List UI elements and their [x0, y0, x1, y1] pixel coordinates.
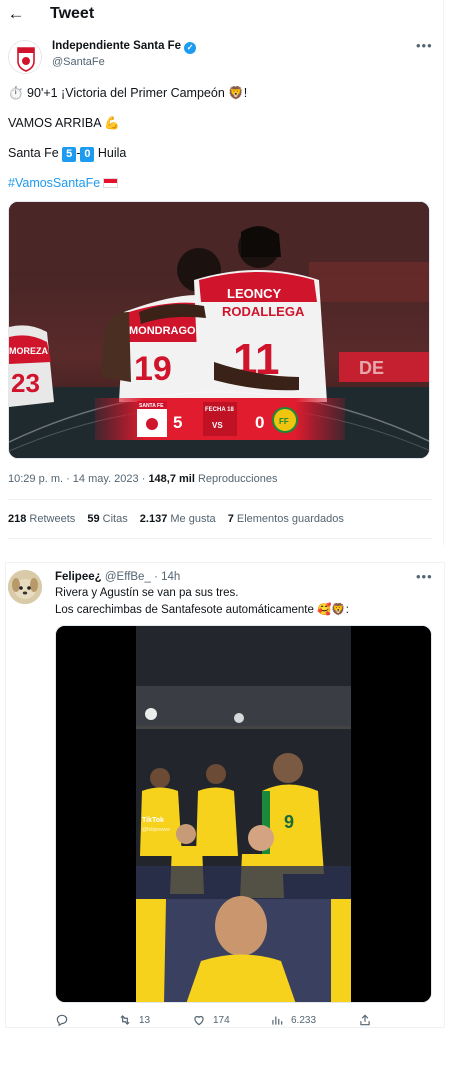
- tweet-line-2: VAMOS ARRIBA 💪: [8, 116, 120, 130]
- bookmarks-stat[interactable]: 7 Elementos guardados: [228, 513, 344, 525]
- author-name-text[interactable]: Independiente Santa Fe: [52, 40, 181, 52]
- bookmarks-count: 7: [227, 513, 234, 525]
- analytics-icon: [272, 1016, 283, 1025]
- far-left-jersey-name: MOREZA: [9, 346, 48, 356]
- bookmarks-label: Elementos guardados: [236, 513, 344, 525]
- reply-author-handle[interactable]: @EffBe_: [105, 571, 151, 583]
- share-icon: [360, 1014, 370, 1026]
- left-jersey-name: MONDRAGO: [129, 325, 196, 337]
- quotes-stat[interactable]: 59 Citas: [87, 513, 127, 525]
- tiktok-label: TikTok: [142, 817, 164, 824]
- tweet-hashtag-line: #VamosSantaFe: [8, 176, 119, 190]
- views-count: 148,7 mil: [148, 473, 195, 485]
- reply-author-name[interactable]: Felipee¿: [55, 571, 102, 583]
- reply-line-1: Rivera y Agustín se van pa sus tres.: [55, 587, 239, 599]
- banner-team1: SANTA FE: [139, 403, 164, 409]
- back-arrow-icon[interactable]: ←: [6, 4, 26, 24]
- score-away-badge: 0: [80, 147, 95, 162]
- like-count: 174: [213, 1014, 230, 1026]
- divider: [8, 499, 432, 500]
- likes-count: 2.137: [139, 513, 168, 525]
- reply-line-2: Los carechimbas de Santafesote automátic…: [55, 604, 349, 616]
- author-name[interactable]: Independiente Santa Fe ✓: [52, 40, 197, 54]
- banner-score1: 5: [173, 413, 182, 432]
- reply-actions-bar: 13 174 6.233: [55, 1013, 415, 1029]
- jersey-sponsor: LEONCY: [227, 286, 282, 301]
- tiktok-handle: @felipewww: [142, 827, 170, 833]
- retweet-action[interactable]: 13: [118, 1013, 150, 1027]
- reply-more-options-icon[interactable]: •••: [416, 569, 433, 584]
- video-jersey-number: 9: [284, 812, 294, 832]
- page-title: Tweet: [50, 5, 95, 22]
- reply-avatar[interactable]: [8, 570, 42, 604]
- heart-icon: [194, 1015, 204, 1026]
- retweet-count: 13: [139, 1014, 151, 1026]
- likes-stat[interactable]: 2.137 Me gusta: [140, 513, 216, 525]
- hashtag-link[interactable]: #VamosSantaFe: [8, 176, 100, 190]
- far-left-jersey-number: 23: [11, 368, 40, 398]
- verified-badge-icon: ✓: [184, 42, 197, 54]
- retweets-count: 218: [8, 513, 27, 525]
- more-options-icon[interactable]: •••: [416, 38, 433, 53]
- time-text[interactable]: 10:29 p. m. · 14 may. 2023 ·: [8, 473, 145, 485]
- right-jersey-name: RODALLEGA: [222, 304, 305, 319]
- colombia-flag-icon: [103, 178, 119, 188]
- reply-video[interactable]: 9 TikTok @felipewww: [55, 625, 432, 1003]
- views-label: Reproducciones: [197, 473, 278, 485]
- tweet-image[interactable]: DE MOREZA 23 MONDRAGO 19 LEONCY RODALLEG…: [8, 201, 430, 459]
- banner-vs: VS: [212, 421, 223, 430]
- score-team1: Santa Fe: [8, 146, 59, 160]
- left-jersey-number: 19: [134, 350, 172, 388]
- author-handle[interactable]: @SantaFe: [52, 56, 105, 68]
- retweet-icon: [120, 1015, 130, 1025]
- retweets-stat[interactable]: 218 Retweets: [8, 513, 75, 525]
- views-count-reply: 6.233: [291, 1014, 317, 1026]
- share-action[interactable]: [358, 1013, 372, 1027]
- views-action[interactable]: 6.233: [270, 1013, 316, 1027]
- top-bar: ← Tweet: [0, 0, 450, 30]
- tweet-stats: 218 Retweets 59 Citas 2.137 Me gusta 7 E…: [8, 513, 353, 525]
- tweet-line-1: ⏱️ 90'+1 ¡Victoria del Primer Campeón 🦁!: [8, 86, 248, 100]
- score-home-badge: 5: [62, 147, 77, 162]
- reply-author[interactable]: Felipee¿ @EffBe_ · 14h: [55, 571, 180, 583]
- retweets-label: Retweets: [29, 513, 76, 525]
- like-action[interactable]: 174: [192, 1013, 230, 1027]
- ad-board-text: DE: [359, 358, 384, 378]
- banner-team2-badge: FF: [279, 417, 289, 426]
- quotes-label: Citas: [102, 513, 128, 525]
- tweet-score-line: Santa Fe 5-0 Huila: [8, 146, 126, 162]
- banner-score2: 0: [255, 413, 264, 432]
- reply-icon: [56, 1014, 68, 1027]
- score-team2: Huila: [97, 146, 127, 160]
- likes-label: Me gusta: [170, 513, 216, 525]
- divider: [8, 538, 432, 539]
- reply-time[interactable]: · 14h: [154, 571, 180, 583]
- tweet-timestamp: 10:29 p. m. · 14 may. 2023 · 148,7 mil R…: [8, 473, 277, 485]
- banner-fecha: FECHA 18: [205, 407, 234, 413]
- author-avatar[interactable]: [8, 40, 42, 74]
- reply-action[interactable]: [55, 1013, 76, 1027]
- quotes-count: 59: [87, 513, 100, 525]
